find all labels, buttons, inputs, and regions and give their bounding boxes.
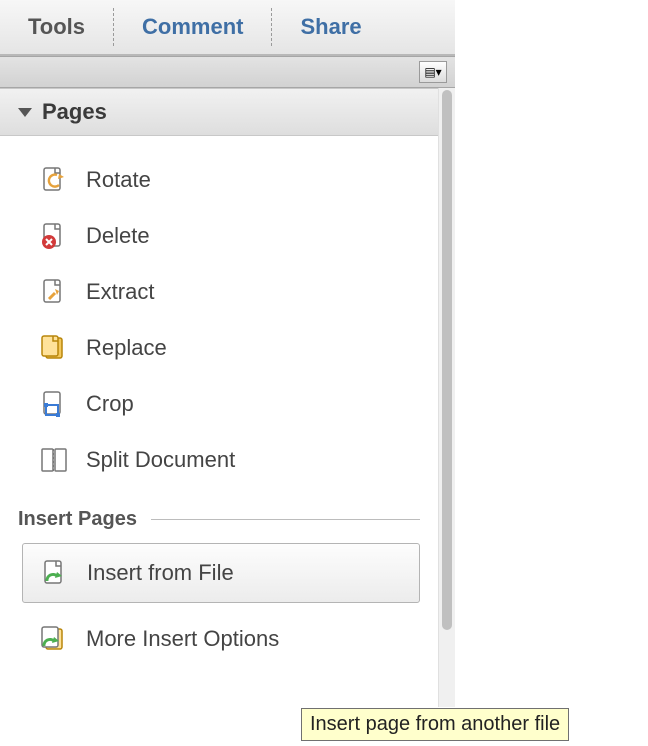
pages-items: Rotate Delete	[0, 136, 438, 504]
item-extract[interactable]: Extract	[0, 264, 438, 320]
replace-icon	[38, 332, 70, 364]
item-insert-from-file[interactable]: Insert from File	[22, 543, 420, 603]
item-replace[interactable]: Replace	[0, 320, 438, 376]
extract-icon	[38, 276, 70, 308]
insert-from-file-icon	[39, 557, 71, 589]
item-label: Split Document	[86, 447, 235, 473]
item-delete[interactable]: Delete	[0, 208, 438, 264]
rotate-icon	[38, 164, 70, 196]
delete-icon	[38, 220, 70, 252]
scrollbar-thumb[interactable]	[442, 90, 452, 630]
tooltip: Insert page from another file	[301, 708, 569, 741]
scrollbar[interactable]	[438, 88, 455, 707]
item-crop[interactable]: Crop	[0, 376, 438, 432]
item-label: More Insert Options	[86, 626, 279, 652]
tools-panel: Pages Rotate	[0, 88, 438, 707]
crop-icon	[38, 388, 70, 420]
disclosure-down-icon	[18, 108, 32, 117]
subsection-title: Insert Pages	[18, 508, 137, 531]
item-label: Replace	[86, 335, 167, 361]
subsection-insert-pages: Insert Pages	[0, 504, 438, 535]
split-document-icon	[38, 444, 70, 476]
item-label: Extract	[86, 279, 154, 305]
item-label: Rotate	[86, 167, 151, 193]
more-insert-options-icon	[38, 623, 70, 655]
view-options-button[interactable]: ▤▾	[419, 61, 447, 83]
item-rotate[interactable]: Rotate	[0, 152, 438, 208]
item-split-document[interactable]: Split Document	[0, 432, 438, 488]
tab-tools[interactable]: Tools	[0, 0, 113, 54]
list-icon: ▤▾	[424, 66, 441, 78]
divider	[151, 519, 420, 520]
item-label: Delete	[86, 223, 150, 249]
item-more-insert-options[interactable]: More Insert Options	[0, 611, 438, 667]
section-title: Pages	[42, 99, 107, 125]
item-label: Crop	[86, 391, 134, 417]
options-bar: ▤▾	[0, 56, 455, 88]
tab-share[interactable]: Share	[272, 0, 389, 54]
section-header-pages[interactable]: Pages	[0, 88, 438, 136]
tab-comment[interactable]: Comment	[114, 0, 271, 54]
item-label: Insert from File	[87, 560, 234, 586]
tab-bar: Tools Comment Share	[0, 0, 455, 56]
